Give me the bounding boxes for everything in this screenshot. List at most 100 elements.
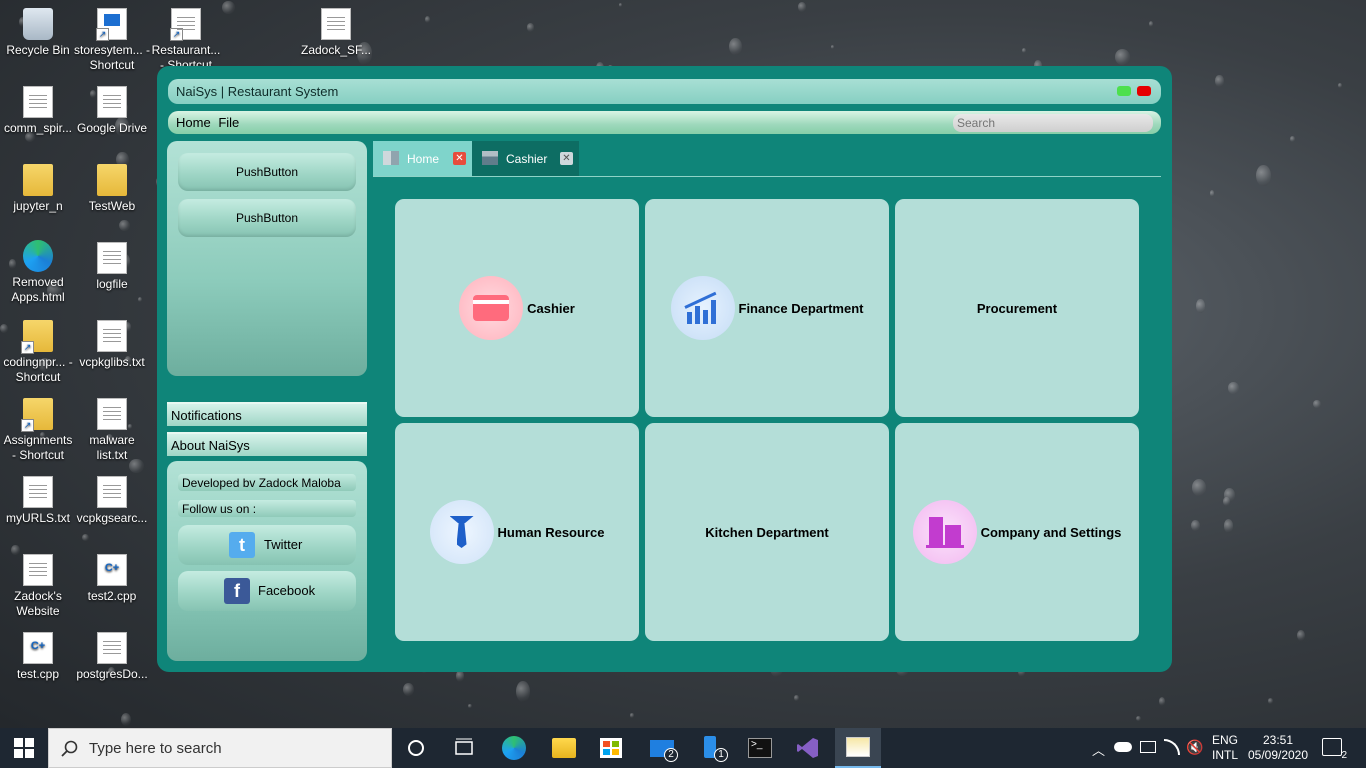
volume-muted-icon[interactable]: 🔇 xyxy=(1186,739,1203,756)
card-kitchen[interactable]: Kitchen Department xyxy=(645,423,889,641)
card-procurement[interactable]: Procurement xyxy=(895,199,1139,417)
minimize-button[interactable] xyxy=(1117,86,1131,96)
file-explorer-icon[interactable] xyxy=(552,736,576,760)
desktop-icon-test2-cpp[interactable]: test2.cpp xyxy=(74,554,150,604)
left-button-panel: PushButton PushButton xyxy=(167,141,367,376)
terminal-icon[interactable]: >_ xyxy=(748,736,772,760)
card-finance[interactable]: Finance Department xyxy=(645,199,889,417)
desktop-icon-test-cpp[interactable]: test.cpp xyxy=(0,632,76,682)
search-input[interactable] xyxy=(953,114,1153,132)
menu-file[interactable]: File xyxy=(218,115,239,130)
desktop-icon-vcpkglibs[interactable]: vcpkglibs.txt xyxy=(74,320,150,370)
phone-badge: 1 xyxy=(714,748,728,762)
desktop-icon-vcpkgsearch[interactable]: vcpkgsearc... xyxy=(74,476,150,526)
desktop-icon-label: comm_spir... xyxy=(3,121,72,135)
folder-icon xyxy=(21,398,53,432)
tab-home[interactable]: Home ✕ xyxy=(373,141,472,176)
card-cashier[interactable]: Cashier xyxy=(395,199,639,417)
text-file-icon xyxy=(23,86,53,118)
rain-drop xyxy=(1136,716,1142,722)
tab-cashier[interactable]: Cashier ✕ xyxy=(472,141,579,176)
onedrive-cloud-icon[interactable] xyxy=(1114,742,1132,752)
task-view-icon[interactable] xyxy=(452,736,476,760)
store-icon[interactable] xyxy=(600,736,624,760)
about-header[interactable]: About NaiSys xyxy=(167,432,367,456)
windows-start-icon[interactable] xyxy=(14,736,38,760)
wifi-icon[interactable] xyxy=(1164,739,1180,755)
push-button-1[interactable]: PushButton xyxy=(178,153,356,191)
taskbar-search[interactable]: Type here to search xyxy=(48,728,392,768)
notifications-header[interactable]: Notifications xyxy=(167,402,367,426)
show-hidden-icons-chevron-icon[interactable]: ︿ xyxy=(1092,740,1105,759)
desktop-icon-label: Zadock_SF... xyxy=(300,43,372,57)
desktop-icon-removed-apps[interactable]: Removed Apps.html xyxy=(0,240,76,305)
card-company-settings[interactable]: Company and Settings xyxy=(895,423,1139,641)
card-label: Procurement xyxy=(976,300,1058,316)
desktop-icon-storesystem[interactable]: storesytem... - Shortcut xyxy=(74,8,150,73)
desktop-icon-label: storesytem... - Shortcut xyxy=(74,43,151,72)
desktop-icon-zadock-sf[interactable]: Zadock_SF... xyxy=(298,8,374,58)
close-button[interactable] xyxy=(1137,86,1151,96)
desktop-icon-label: myURLS.txt xyxy=(5,511,70,525)
rain-drop xyxy=(1158,697,1166,707)
phone-icon[interactable]: 1 xyxy=(700,736,728,762)
tab-label: Home xyxy=(407,152,440,166)
follow-label: Follow us on : xyxy=(178,500,356,517)
action-center-icon[interactable]: 2 xyxy=(1322,738,1347,761)
desktop-icon-jupyter[interactable]: jupyter_n xyxy=(0,164,76,214)
desktop-icon-malware-list[interactable]: malware list.txt xyxy=(74,398,150,463)
rain-drop xyxy=(119,219,130,231)
clock[interactable]: 23:51 05/09/2020 xyxy=(1246,733,1310,763)
desktop-icon-restaurant[interactable]: Restaurant... - Shortcut xyxy=(148,8,224,73)
desktop-icon-google-drive[interactable]: Google Drive xyxy=(74,86,150,136)
clock-date: 05/09/2020 xyxy=(1247,748,1309,762)
visual-studio-icon[interactable] xyxy=(796,736,820,760)
desktop-icon-myurls[interactable]: myURLS.txt xyxy=(0,476,76,526)
rain-drop xyxy=(516,681,530,703)
desktop-icon-recycle-bin[interactable]: Recycle Bin xyxy=(0,8,76,58)
cpp-file-icon xyxy=(97,554,127,586)
close-tab-icon[interactable]: ✕ xyxy=(453,152,466,165)
rain-drop xyxy=(1290,136,1295,142)
desktop-icon-assignments[interactable]: Assignments - Shortcut xyxy=(0,398,76,463)
desktop-icon-label: Recycle Bin xyxy=(6,43,70,57)
menu-home[interactable]: Home xyxy=(176,115,211,130)
rain-drop xyxy=(1215,75,1224,87)
desktop-icon-zadock-website[interactable]: Zadock's Website xyxy=(0,554,76,619)
desktop-icon-label: test.cpp xyxy=(16,667,60,681)
battery-icon[interactable] xyxy=(1140,741,1156,753)
twitter-button[interactable]: t Twitter xyxy=(178,525,356,565)
naisys-app-taskbar-button[interactable] xyxy=(835,728,881,768)
desktop-icon-label: Google Drive xyxy=(76,121,148,135)
taskbar-search-placeholder: Type here to search xyxy=(89,740,222,757)
push-button-2[interactable]: PushButton xyxy=(178,199,356,237)
desktop-icon-postgresdo[interactable]: postgresDo... xyxy=(74,632,150,682)
card-human-resource[interactable]: Human Resource xyxy=(395,423,639,641)
rain-drop xyxy=(526,22,535,32)
desktop-icon-testweb[interactable]: TestWeb xyxy=(74,164,150,214)
desktop-icon-comm-spir[interactable]: comm_spir... xyxy=(0,86,76,136)
text-file-icon xyxy=(97,398,127,430)
home-icon xyxy=(383,151,399,165)
close-tab-icon[interactable]: ✕ xyxy=(560,152,573,165)
file-icon xyxy=(97,242,127,274)
rain-drop xyxy=(137,297,142,303)
shortcut-icon xyxy=(170,8,201,41)
rain-drop xyxy=(619,2,623,7)
desktop-icon-codingnpr[interactable]: codingnpr... - Shortcut xyxy=(0,320,76,385)
card-label: Company and Settings xyxy=(980,524,1122,540)
app-window: NaiSys | Restaurant System Home File Pus… xyxy=(157,66,1172,672)
edge-browser-icon[interactable] xyxy=(502,736,526,760)
desktop-icon-logfile[interactable]: logfile xyxy=(74,242,150,292)
file-icon xyxy=(97,86,127,118)
cortana-icon[interactable] xyxy=(404,736,428,760)
text-file-icon xyxy=(97,320,127,352)
language-indicator[interactable]: ENG INTL xyxy=(1212,733,1238,763)
mail-icon[interactable]: 2 xyxy=(650,736,678,762)
desktop-icon-label: TestWeb xyxy=(88,199,136,213)
facebook-button[interactable]: f Facebook xyxy=(178,571,356,611)
rain-drop xyxy=(1196,299,1205,313)
shortcut-icon xyxy=(96,8,127,41)
rain-drop xyxy=(1209,190,1215,198)
title-bar[interactable]: NaiSys | Restaurant System xyxy=(168,79,1161,104)
